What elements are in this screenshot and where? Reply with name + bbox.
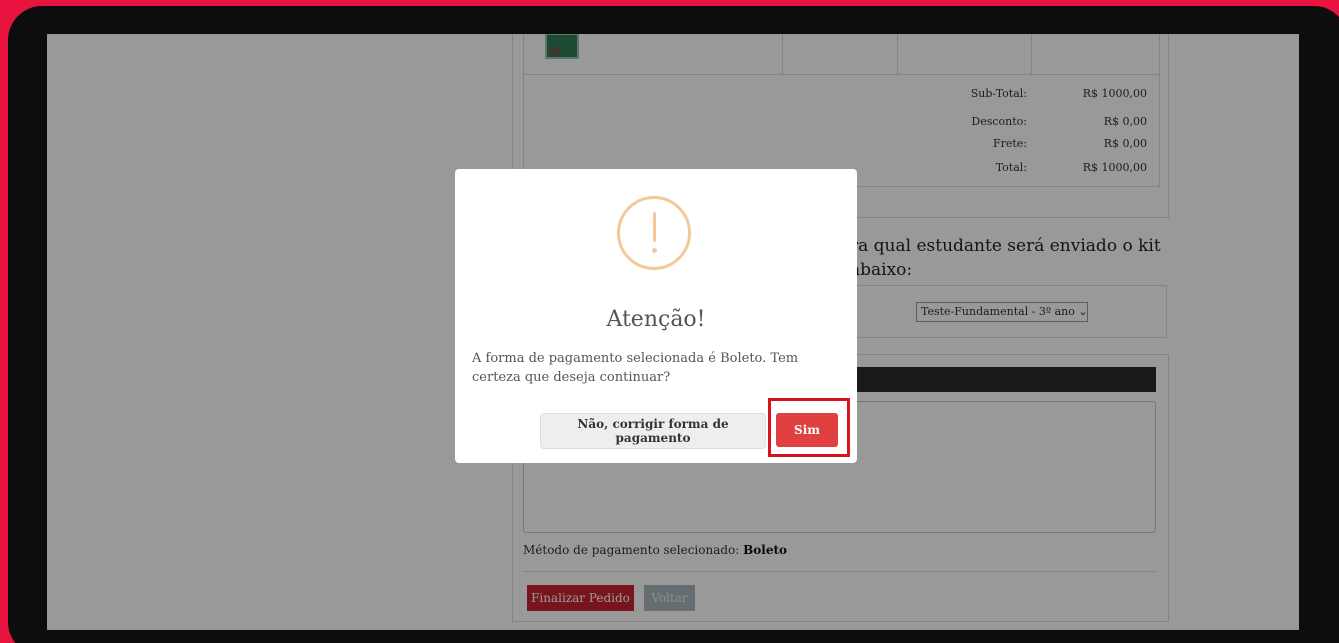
- dialog-message: A forma de pagamento selecionada é Bolet…: [472, 351, 799, 385]
- cancel-correct-payment-button[interactable]: Não, corrigir forma de pagamento: [540, 413, 766, 449]
- screen: Sub-Total: R$ 1000,00 Desconto: R$ 0,00 …: [47, 34, 1299, 630]
- highlight-box: [768, 398, 850, 457]
- dialog-title: Atenção!: [606, 307, 706, 332]
- exclamation-warning-icon: [617, 196, 691, 270]
